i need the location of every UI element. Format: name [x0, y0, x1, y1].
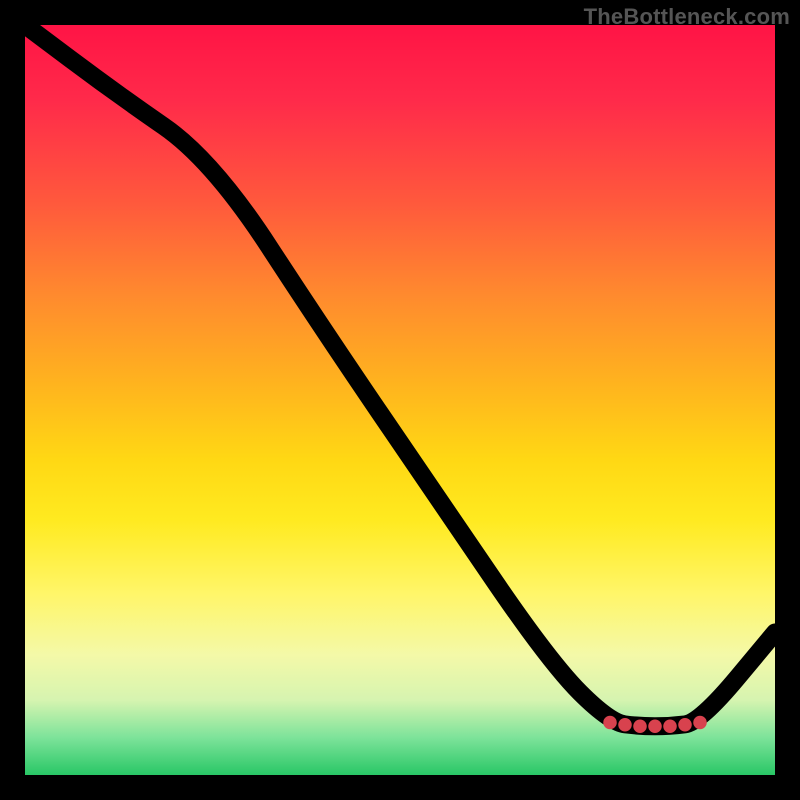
- chart-frame: TheBottleneck.com: [0, 0, 800, 800]
- optimal-marker: [618, 718, 632, 732]
- optimal-marker: [678, 718, 692, 732]
- optimal-marker: [603, 716, 617, 730]
- chart-plot-area: [25, 25, 775, 775]
- optimal-marker: [663, 720, 677, 734]
- optimal-marker: [633, 720, 647, 734]
- optimal-marker: [693, 716, 707, 730]
- chart-svg: [25, 25, 775, 775]
- curve-line: [25, 25, 775, 726]
- optimal-marker: [648, 720, 662, 734]
